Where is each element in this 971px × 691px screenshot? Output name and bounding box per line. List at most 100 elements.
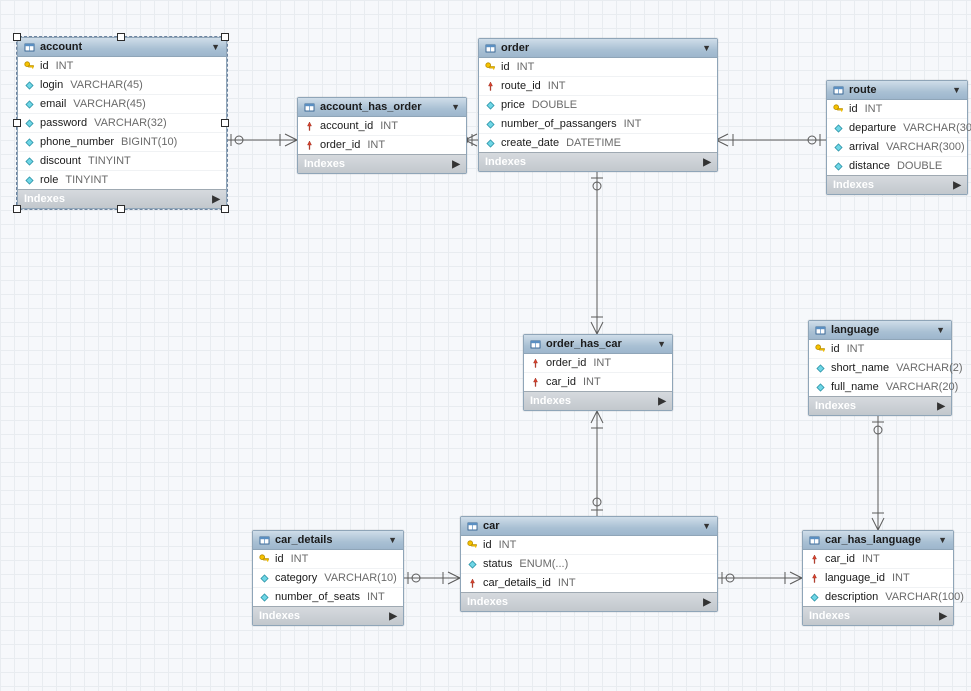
indexes-section[interactable]: Indexes▶: [803, 606, 953, 625]
collapse-icon[interactable]: ▼: [702, 521, 711, 531]
column-row[interactable]: route_idINT: [479, 77, 717, 96]
column-row[interactable]: full_nameVARCHAR(20): [809, 378, 951, 396]
selection-handle[interactable]: [221, 119, 229, 127]
column-row[interactable]: emailVARCHAR(45): [18, 95, 226, 114]
column-row[interactable]: car_idINT: [803, 550, 953, 569]
column-row[interactable]: account_idINT: [298, 117, 466, 136]
table-header[interactable]: order_has_car▼: [524, 335, 672, 354]
indexes-section[interactable]: Indexes▶: [809, 396, 951, 415]
table-car[interactable]: car▼idINTstatusENUM(...)car_details_idIN…: [460, 516, 718, 612]
expand-icon[interactable]: ▶: [212, 194, 220, 205]
expand-icon[interactable]: ▶: [937, 401, 945, 412]
column-row[interactable]: car_idINT: [524, 373, 672, 391]
indexes-section[interactable]: Indexes▶: [479, 152, 717, 171]
foreign-key-icon: [530, 377, 541, 388]
collapse-icon[interactable]: ▼: [952, 85, 961, 95]
collapse-icon[interactable]: ▼: [388, 535, 397, 545]
column-row[interactable]: distanceDOUBLE: [827, 157, 967, 175]
column-type: INT: [367, 591, 385, 603]
column-row[interactable]: number_of_passangersINT: [479, 115, 717, 134]
column-row[interactable]: create_dateDATETIME: [479, 134, 717, 152]
indexes-section[interactable]: Indexes▶: [461, 592, 717, 611]
foreign-key-icon: [809, 554, 820, 565]
attribute-icon: [467, 559, 478, 570]
column-row[interactable]: number_of_seats INT: [253, 588, 403, 606]
table-header[interactable]: route▼: [827, 81, 967, 100]
column-type: INT: [862, 553, 880, 565]
table-route[interactable]: route▼idINTdepartureVARCHAR(300)arrivalV…: [826, 80, 968, 195]
column-name: password: [40, 117, 87, 129]
column-row[interactable]: language_idINT: [803, 569, 953, 588]
expand-icon[interactable]: ▶: [953, 180, 961, 191]
collapse-icon[interactable]: ▼: [657, 339, 666, 349]
collapse-icon[interactable]: ▼: [702, 43, 711, 53]
selection-handle[interactable]: [221, 205, 229, 213]
collapse-icon[interactable]: ▼: [936, 325, 945, 335]
table-header[interactable]: language▼: [809, 321, 951, 340]
table-header[interactable]: car▼: [461, 517, 717, 536]
column-row[interactable]: order_idINT: [524, 354, 672, 373]
column-row[interactable]: idINT: [479, 58, 717, 77]
column-type: INT: [367, 139, 385, 151]
expand-icon[interactable]: ▶: [658, 396, 666, 407]
column-row[interactable]: order_idINT: [298, 136, 466, 154]
column-row[interactable]: idINT: [253, 550, 403, 569]
indexes-section[interactable]: Indexes▶: [827, 175, 967, 194]
column-row[interactable]: loginVARCHAR(45): [18, 76, 226, 95]
column-row[interactable]: roleTINYINT: [18, 171, 226, 189]
column-row[interactable]: idINT: [809, 340, 951, 359]
column-list: idINTroute_idINTpriceDOUBLEnumber_of_pas…: [479, 58, 717, 152]
column-row[interactable]: arrivalVARCHAR(300): [827, 138, 967, 157]
indexes-section[interactable]: Indexes▶: [298, 154, 466, 173]
expand-icon[interactable]: ▶: [703, 597, 711, 608]
expand-icon[interactable]: ▶: [939, 611, 947, 622]
column-row[interactable]: descriptionVARCHAR(100): [803, 588, 953, 606]
column-row[interactable]: car_details_idINT: [461, 574, 717, 592]
column-row[interactable]: idINT: [461, 536, 717, 555]
column-row[interactable]: categoryVARCHAR(10): [253, 569, 403, 588]
expand-icon[interactable]: ▶: [452, 159, 460, 170]
erd-canvas[interactable]: account▼idINTloginVARCHAR(45)emailVARCHA…: [0, 0, 971, 691]
primary-key-icon: [485, 62, 496, 73]
column-row[interactable]: idINT: [18, 57, 226, 76]
column-name: number_of_seats: [275, 591, 360, 603]
column-row[interactable]: phone_numberBIGINT(10): [18, 133, 226, 152]
table-order_has_car[interactable]: order_has_car▼order_idINTcar_idINTIndexe…: [523, 334, 673, 411]
expand-icon[interactable]: ▶: [389, 611, 397, 622]
column-row[interactable]: priceDOUBLE: [479, 96, 717, 115]
table-header[interactable]: car_details▼: [253, 531, 403, 550]
table-header[interactable]: account_has_order▼: [298, 98, 466, 117]
table-car_has_language[interactable]: car_has_language▼car_idINTlanguage_idINT…: [802, 530, 954, 626]
attribute-icon: [485, 100, 496, 111]
column-row[interactable]: passwordVARCHAR(32): [18, 114, 226, 133]
table-car_details[interactable]: car_details▼idINTcategoryVARCHAR(10)numb…: [252, 530, 404, 626]
expand-icon[interactable]: ▶: [703, 157, 711, 168]
selection-handle[interactable]: [13, 205, 21, 213]
selection-handle[interactable]: [13, 119, 21, 127]
indexes-section[interactable]: Indexes▶: [253, 606, 403, 625]
column-name: price: [501, 99, 525, 111]
column-row[interactable]: discountTINYINT: [18, 152, 226, 171]
column-type: INT: [892, 572, 910, 584]
attribute-icon: [815, 363, 826, 374]
table-account_has_order[interactable]: account_has_order▼account_idINTorder_idI…: [297, 97, 467, 174]
column-row[interactable]: departureVARCHAR(300): [827, 119, 967, 138]
column-name: phone_number: [40, 136, 114, 148]
collapse-icon[interactable]: ▼: [938, 535, 947, 545]
selection-handle[interactable]: [117, 205, 125, 213]
table-header[interactable]: car_has_language▼: [803, 531, 953, 550]
selection-handle[interactable]: [13, 33, 21, 41]
column-type: ENUM(...): [519, 558, 568, 570]
table-language[interactable]: language▼idINTshort_nameVARCHAR(2)full_n…: [808, 320, 952, 416]
column-row[interactable]: short_nameVARCHAR(2): [809, 359, 951, 378]
column-row[interactable]: idINT: [827, 100, 967, 119]
table-account[interactable]: account▼idINTloginVARCHAR(45)emailVARCHA…: [17, 37, 227, 209]
selection-handle[interactable]: [117, 33, 125, 41]
collapse-icon[interactable]: ▼: [451, 102, 460, 112]
indexes-section[interactable]: Indexes▶: [524, 391, 672, 410]
table-header[interactable]: order▼: [479, 39, 717, 58]
table-order[interactable]: order▼idINTroute_idINTpriceDOUBLEnumber_…: [478, 38, 718, 172]
selection-handle[interactable]: [221, 33, 229, 41]
column-row[interactable]: statusENUM(...): [461, 555, 717, 574]
collapse-icon[interactable]: ▼: [211, 42, 220, 52]
